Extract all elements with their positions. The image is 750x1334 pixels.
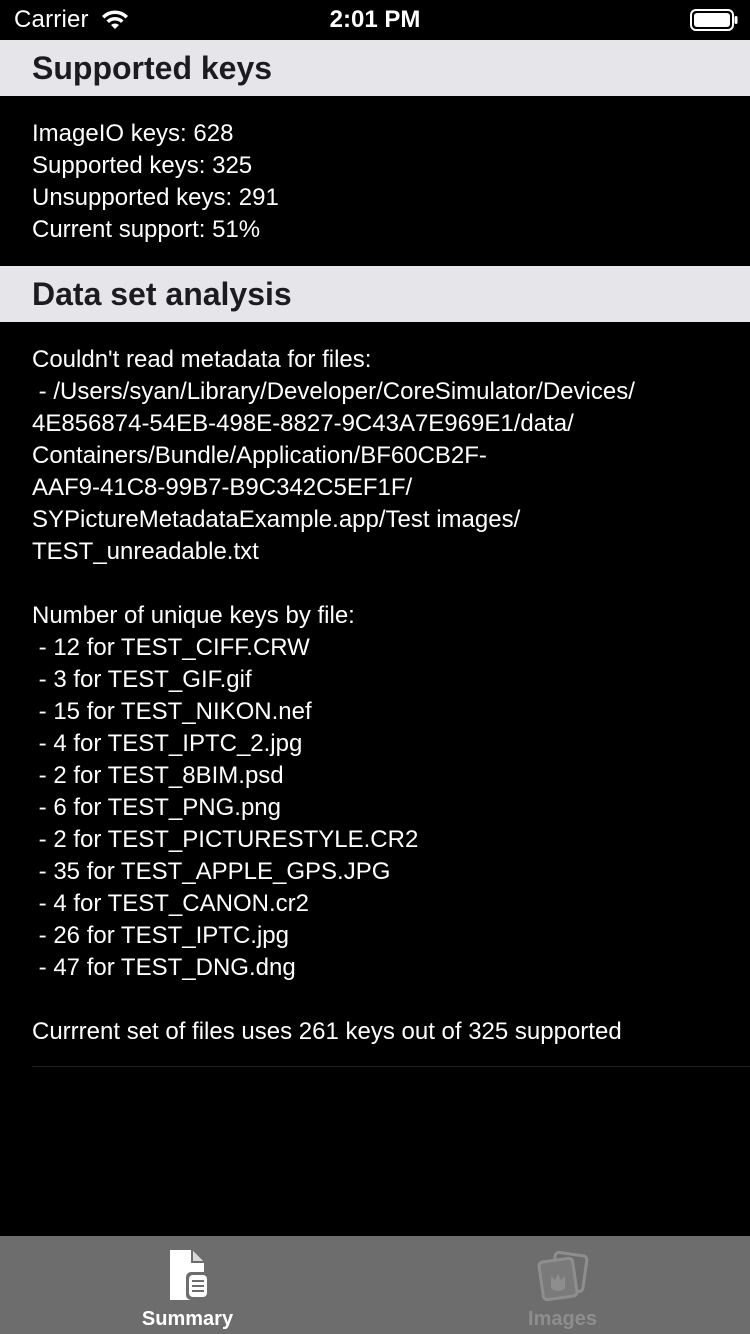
cell-separator <box>32 1066 750 1067</box>
text-line: TEST_unreadable.txt <box>32 538 259 565</box>
document-icon <box>170 1250 210 1300</box>
text-line: - 35 for TEST_APPLE_GPS.JPG <box>32 858 391 885</box>
tab-summary[interactable]: Summary <box>0 1236 375 1334</box>
section-header-supported-keys: Supported keys <box>0 40 750 96</box>
text-line: 4E856874-54EB-498E-8827-9C43A7E969E1/dat… <box>32 410 574 437</box>
text-line: AAF9-41C8-99B7-B9C342C5EF1F/ <box>32 474 413 501</box>
section-title: Supported keys <box>32 50 273 86</box>
text-line: - /Users/syan/Library/Developer/CoreSimu… <box>32 378 635 405</box>
text-line <box>32 984 732 1016</box>
clock: 2:01 PM <box>329 6 421 33</box>
tab-label: Images <box>528 1308 597 1330</box>
section-header-data-set-analysis: Data set analysis <box>0 266 750 322</box>
text-line: - 4 for TEST_IPTC_2.jpg <box>32 730 303 757</box>
text-line: - 2 for TEST_PICTURESTYLE.CR2 <box>32 826 419 853</box>
text-line: Currrent set of files uses 261 keys out … <box>32 1018 622 1045</box>
text-line <box>32 568 732 600</box>
text-line: Number of unique keys by file: <box>32 602 355 629</box>
tab-images[interactable]: Images <box>375 1236 750 1334</box>
tab-label: Summary <box>141 1308 234 1330</box>
text-line: - 3 for TEST_GIF.gif <box>32 666 252 693</box>
text-line: - 47 for TEST_DNG.dng <box>32 954 296 981</box>
text-line: Supported keys: 325 <box>32 152 253 179</box>
text-line: ImageIO keys: 628 <box>32 120 234 147</box>
text-line: - 4 for TEST_CANON.cr2 <box>32 890 309 917</box>
battery-icon <box>690 9 738 31</box>
text-line: SYPictureMetadataExample.app/Test images… <box>32 506 521 533</box>
tab-bar: Summary Images <box>0 1236 750 1334</box>
text-line: - 15 for TEST_NIKON.nef <box>32 698 312 725</box>
text-line: Couldn't read metadata for files: <box>32 346 372 373</box>
text-line: - 12 for TEST_CIFF.CRW <box>32 634 310 661</box>
text-line: Containers/Bundle/Application/BF60CB2F- <box>32 442 487 469</box>
text-line: - 2 for TEST_8BIM.psd <box>32 762 284 789</box>
text-line: Unsupported keys: 291 <box>32 184 279 211</box>
status-bar: Carrier 2:01 PM <box>0 0 750 40</box>
supported-keys-summary: ImageIO keys: 628 Supported keys: 325 Un… <box>32 118 732 246</box>
data-set-analysis-text: Couldn't read metadata for files: - /Use… <box>32 344 732 1048</box>
section-title: Data set analysis <box>32 276 292 312</box>
photos-icon <box>537 1250 589 1302</box>
text-line: Current support: 51% <box>32 216 261 243</box>
text-line: - 6 for TEST_PNG.png <box>32 794 281 821</box>
text-line: - 26 for TEST_IPTC.jpg <box>32 922 289 949</box>
